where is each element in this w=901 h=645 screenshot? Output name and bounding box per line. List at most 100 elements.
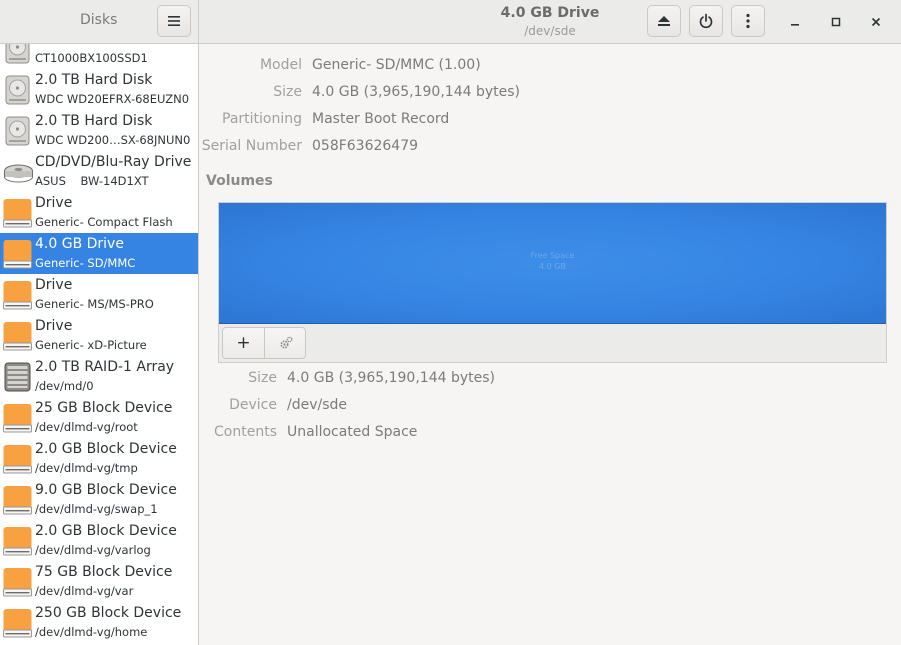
device-name: 4.0 GB Drive (35, 236, 124, 252)
drive-details-panel: Model Generic- SD/MMC (1.00) Size 4.0 GB… (200, 44, 901, 645)
plus-icon: + (236, 333, 251, 353)
device-subtitle: /dev/dlmd-vg/tmp (35, 461, 138, 475)
device-subtitle: /dev/md/0 (35, 379, 94, 393)
device-subtitle: Generic- MS/MS-PRO (35, 297, 154, 311)
removable-drive-icon (3, 239, 32, 269)
device-name: Drive (35, 318, 73, 334)
device-name: 75 GB Block Device (35, 564, 173, 580)
sidebar-device-row[interactable]: 25 GB Block Device/dev/dlmd-vg/root (0, 397, 198, 438)
block-device-icon (3, 526, 32, 556)
close-button[interactable] (866, 12, 886, 32)
optical-drive-icon (3, 157, 33, 187)
device-name: 2.0 TB RAID-1 Array (35, 359, 175, 375)
app-menu-button[interactable] (157, 5, 191, 37)
power-icon (699, 13, 713, 29)
hard-disk-icon (3, 116, 32, 146)
device-name: 25 GB Block Device (35, 400, 173, 416)
volume-map: Free Space 4.0 GB + (218, 202, 887, 363)
partition-settings-button[interactable] (265, 328, 306, 358)
volume-device-label: Device (229, 397, 277, 413)
drive-menu-button[interactable] (731, 5, 765, 37)
device-sidebar[interactable]: 1.0 TB Disk CT1000BX100SSD1 2.0 TB Hard Di… (0, 44, 199, 645)
volume-contents-label: Contents (214, 424, 277, 440)
volumes-heading: Volumes (206, 173, 273, 189)
device-name: 9.0 GB Block Device (35, 482, 177, 498)
device-subtitle: /dev/dlmd-vg/var (35, 584, 134, 598)
device-subtitle: WDC WD200…SX-68JNUN0 (35, 133, 191, 147)
segment-size: 4.0 GB (539, 262, 566, 271)
size-label: Size (273, 84, 302, 100)
model-label: Model (259, 57, 302, 73)
device-subtitle: Generic- SD/MMC (35, 256, 136, 270)
sidebar-device-row[interactable]: 1.0 TB Disk CT1000BX100SSD1 (0, 44, 198, 69)
eject-button[interactable] (647, 5, 681, 37)
device-subtitle: /dev/dlmd-vg/varlog (35, 543, 151, 557)
sidebar-device-row[interactable]: 2.0 GB Block Device/dev/dlmd-vg/varlog (0, 520, 198, 561)
block-device-icon (3, 567, 32, 597)
maximize-button[interactable] (826, 12, 846, 32)
device-subtitle: ASUS BW-14D1XT (35, 174, 149, 188)
free-space-segment[interactable]: Free Space 4.0 GB (219, 203, 886, 324)
device-subtitle: /dev/dlmd-vg/home (35, 625, 148, 639)
window-title: 4.0 GB Drive (500, 5, 600, 21)
volume-size-label: Size (248, 370, 277, 386)
vertical-ellipsis-icon (746, 13, 750, 29)
device-list: 1.0 TB Disk CT1000BX100SSD1 2.0 TB Hard Di… (0, 44, 198, 643)
block-device-icon (3, 444, 32, 474)
device-subtitle: Generic- Compact Flash (35, 215, 173, 229)
device-subtitle: CT1000BX100SSD1 (35, 51, 148, 65)
removable-drive-icon (3, 280, 32, 310)
segment-name: Free Space (530, 251, 575, 260)
sidebar-device-row[interactable]: 2.0 GB Block Device/dev/dlmd-vg/tmp (0, 438, 198, 479)
size-value: 4.0 GB (3,965,190,144 bytes) (312, 84, 520, 100)
block-device-icon (3, 608, 32, 638)
sidebar-device-row[interactable]: 250 GB Block Device/dev/dlmd-vg/home (0, 602, 198, 643)
device-subtitle: /dev/dlmd-vg/swap_1 (35, 502, 158, 516)
device-name: Drive (35, 277, 73, 293)
sidebar-device-row[interactable]: 2.0 TB RAID-1 Array/dev/md/0 (0, 356, 198, 397)
sidebar-device-row[interactable]: Drive Generic- Compact Flash (0, 192, 198, 233)
create-partition-button[interactable]: + (223, 328, 265, 358)
block-device-icon (3, 403, 32, 433)
volume-toolbar: + (222, 327, 306, 359)
window-subtitle: /dev/sde (524, 24, 576, 38)
sidebar-device-row[interactable]: 75 GB Block Device/dev/dlmd-vg/var (0, 561, 198, 602)
eject-icon (658, 16, 670, 26)
device-name: 2.0 TB Hard Disk (35, 72, 153, 88)
gears-icon (279, 336, 292, 349)
serial-number-label: Serial Number (201, 138, 302, 154)
partitioning-value: Master Boot Record (312, 111, 450, 127)
minimize-button[interactable] (785, 12, 805, 32)
power-off-button[interactable] (689, 5, 723, 37)
hard-disk-icon (3, 75, 32, 105)
sidebar-device-row[interactable]: Drive Generic- MS/MS-PRO (0, 274, 198, 315)
device-name: 250 GB Block Device (35, 605, 182, 621)
serial-number-value: 058F63626479 (312, 138, 419, 154)
block-device-icon (3, 485, 32, 515)
device-name: 1.0 TB Disk (35, 44, 114, 47)
sidebar-device-row[interactable]: 9.0 GB Block Device/dev/dlmd-vg/swap_1 (0, 479, 198, 520)
device-subtitle: /dev/dlmd-vg/root (35, 420, 138, 434)
device-subtitle: WDC WD20EFRX-68EUZN0 (35, 92, 190, 106)
sidebar-device-row[interactable]: 2.0 TB Hard Disk WDC WD20EFRX-68EUZN0 (0, 69, 198, 110)
sidebar-device-row[interactable]: 4.0 GB Drive Generic- SD/MMC (0, 233, 198, 274)
maximize-icon (831, 17, 841, 27)
device-name: CD/DVD/Blu-Ray Drive (35, 154, 192, 170)
sidebar-device-row[interactable]: Drive Generic- xD-Picture (0, 315, 198, 356)
model-value: Generic- SD/MMC (1.00) (312, 57, 481, 73)
device-subtitle: Generic- xD-Picture (35, 338, 147, 352)
volume-device-value: /dev/sde (287, 397, 348, 413)
hamburger-menu-icon (168, 16, 180, 26)
close-icon (871, 17, 881, 27)
sidebar-device-row[interactable]: CD/DVD/Blu-Ray Drive ASUS BW-14D1XT (0, 151, 198, 192)
raid-array-icon (3, 362, 32, 392)
disks-window: Disks 4.0 GB Drive /dev/sde CT1000BX100S… (0, 0, 901, 645)
volume-contents-value: Unallocated Space (287, 424, 418, 440)
device-name: 2.0 TB Hard Disk (35, 113, 153, 129)
app-title: Disks (80, 12, 118, 28)
volume-size-value: 4.0 GB (3,965,190,144 bytes) (287, 370, 495, 386)
header-bar: Disks 4.0 GB Drive /dev/sde (0, 0, 901, 44)
device-name: 2.0 GB Block Device (35, 441, 177, 457)
removable-drive-icon (3, 321, 32, 351)
sidebar-device-row[interactable]: 2.0 TB Hard Disk WDC WD200…SX-68JNUN0 (0, 110, 198, 151)
